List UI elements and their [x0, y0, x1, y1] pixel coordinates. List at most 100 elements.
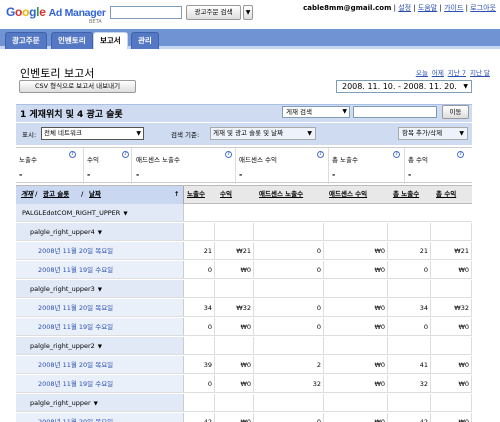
settings-link[interactable]: 설정: [398, 4, 411, 12]
tab-inventory[interactable]: 인벤토리: [51, 32, 93, 49]
date-label[interactable]: 2008년 11월 20일 목요일: [38, 418, 113, 422]
tab-orders[interactable]: 광고주문: [5, 32, 47, 49]
cell-adsense-impressions: [254, 394, 324, 411]
placement-search-input[interactable]: [353, 106, 437, 118]
tab-admin[interactable]: 관리: [131, 32, 159, 49]
date-last7-link[interactable]: 지난 7: [448, 69, 466, 77]
adslot-row[interactable]: palgle_right_upper4 ▼: [16, 223, 472, 241]
col-revenue[interactable]: 수익: [220, 186, 232, 204]
cell-adsense-impressions: 0: [254, 413, 324, 422]
cell-adsense-impressions: 2: [254, 356, 324, 373]
cell-impressions: 0: [184, 261, 215, 278]
adslot-name: palgle_right_upper2: [30, 342, 95, 350]
chevron-down-icon[interactable]: ▼: [98, 344, 102, 350]
chevron-down-icon[interactable]: ▼: [98, 287, 102, 293]
csv-export-button[interactable]: CSV 형식으로 보고서 내보내기: [19, 80, 136, 93]
date-row[interactable]: 2008년 11월 19일 수요일 0 ₩0 32 ₩0 32 ₩0: [16, 375, 472, 393]
metric-label: 애드센스 수익: [239, 156, 277, 164]
date-row[interactable]: 2008년 11월 20일 목요일 34 ₩32 0 ₩0 34 ₩32: [16, 299, 472, 317]
order-search-input[interactable]: [110, 6, 182, 19]
logout-link[interactable]: 로그아웃: [470, 4, 496, 12]
guide-link[interactable]: 가이드: [444, 4, 463, 12]
cell-adsense-revenue: ₩0: [324, 318, 388, 335]
google-ad-manager-logo[interactable]: Google Ad Manager: [6, 5, 106, 19]
cell-adsense-impressions: [254, 337, 324, 354]
date-label[interactable]: 2008년 11월 19일 수요일: [38, 266, 113, 274]
chevron-down-icon[interactable]: ▼: [94, 401, 98, 407]
cell-adsense-revenue: [324, 280, 388, 297]
metric-impressions: 노출수? -: [16, 148, 84, 184]
cell-adsense-revenue: ₩0: [324, 261, 388, 278]
date-row[interactable]: 2008년 11월 20일 목요일 21 ₩21 0 ₩0 21 ₩21: [16, 242, 472, 260]
date-label[interactable]: 2008년 11월 19일 수요일: [38, 323, 113, 331]
cell-total-impressions: [388, 394, 431, 411]
col-adsense-impressions[interactable]: 애드센스 노출수: [259, 186, 303, 204]
search-by-select[interactable]: 게재 및 광고 슬롯 및 날짜 ▼: [210, 127, 316, 140]
sort-placement-link[interactable]: 게재: [21, 186, 33, 203]
col-total-impressions[interactable]: 총 노출수: [393, 186, 419, 204]
cell-adsense-revenue: [324, 337, 388, 354]
tab-reports[interactable]: 보고서: [93, 32, 128, 49]
chevron-down-icon: ▼: [136, 130, 141, 137]
chevron-down-icon[interactable]: ▼: [123, 211, 127, 217]
go-button[interactable]: 이동: [442, 105, 469, 119]
help-icon[interactable]: ?: [317, 151, 324, 158]
col-adsense-revenue[interactable]: 애드센스 수익: [329, 186, 367, 204]
adslot-row[interactable]: palgle_right_upper2 ▼: [16, 337, 472, 355]
cell-impressions: 0: [184, 318, 215, 335]
cell-impressions: 0: [184, 375, 215, 392]
help-icon[interactable]: ?: [225, 151, 232, 158]
date-row[interactable]: 2008년 11월 20일 목요일 39 ₩0 2 ₩0 41 ₩0: [16, 356, 472, 374]
placement-name: PALGLEdotCOM_RIGHT_UPPER: [22, 209, 121, 217]
date-lastmonth-link[interactable]: 지난 달: [470, 69, 490, 77]
cell-impressions: [184, 280, 215, 297]
metric-total-revenue: 총 수익? -: [405, 148, 472, 184]
adslot-row[interactable]: palgle_right_upper3 ▼: [16, 280, 472, 298]
order-search-button[interactable]: 광고주문 검색: [186, 5, 241, 20]
header-separator: /: [81, 190, 84, 198]
date-label[interactable]: 2008년 11월 20일 목요일: [38, 247, 113, 255]
placement-search-select[interactable]: 게재 검색 ▼: [282, 106, 350, 118]
cell-total-impressions: 0: [388, 261, 431, 278]
help-icon[interactable]: ?: [393, 151, 400, 158]
cell-impressions: 39: [184, 356, 215, 373]
network-filter-select[interactable]: 전체 네트워크 ▼: [41, 127, 144, 140]
help-icon[interactable]: ?: [457, 151, 464, 158]
date-row[interactable]: 2008년 11월 19일 수요일 0 ₩0 0 ₩0 0 ₩0: [16, 318, 472, 336]
date-row[interactable]: 2008년 11월 19일 수요일 0 ₩0 0 ₩0 0 ₩0: [16, 261, 472, 279]
sort-adslot-link[interactable]: 광고 슬롯: [43, 186, 69, 203]
logo-letter: G: [6, 5, 16, 19]
date-label[interactable]: 2008년 11월 20일 목요일: [38, 304, 113, 312]
date-label[interactable]: 2008년 11월 19일 수요일: [38, 380, 113, 388]
chevron-down-icon[interactable]: ▼: [98, 230, 102, 236]
metric-total-impressions: 총 노출수? -: [329, 148, 405, 184]
cell-revenue: [215, 223, 254, 240]
cell-total-revenue: ₩0: [431, 261, 472, 278]
sort-date-link[interactable]: 날짜: [89, 186, 101, 203]
adslot-name: palgle_right_upper4: [30, 228, 95, 236]
date-row[interactable]: 2008년 11월 20일 목요일 42 ₩0 0 ₩0 42 ₩0: [16, 413, 472, 422]
filter-bar: 표시: 전체 네트워크 ▼ 검색 기준: 게재 및 광고 슬롯 및 날짜 ▼ 항목 …: [16, 123, 472, 145]
metric-value: -: [332, 170, 336, 179]
date-today-link[interactable]: 오늘: [416, 69, 428, 77]
add-remove-columns[interactable]: 항목 추가/삭제 ▼: [398, 127, 468, 140]
col-impressions[interactable]: 노출수: [187, 186, 205, 204]
adslot-row[interactable]: palgle_right_upper ▼: [16, 394, 472, 412]
top-bar: Google Ad Manager BETA 광고주문 검색 ▼ cable8mm…: [0, 0, 500, 28]
help-link[interactable]: 도움말: [418, 4, 437, 12]
col-total-revenue[interactable]: 총 수익: [436, 186, 456, 204]
date-label[interactable]: 2008년 11월 20일 목요일: [38, 361, 113, 369]
main-nav: 광고주문 인벤토리 보고서 관리: [0, 29, 500, 49]
help-icon[interactable]: ?: [69, 151, 76, 158]
search-options-dropdown[interactable]: ▼: [243, 5, 253, 20]
cell-adsense-revenue: ₩0: [324, 299, 388, 316]
date-range-select[interactable]: 2008. 11. 10. - 2008. 11. 20. ▼: [336, 80, 472, 93]
cell-total-impressions: 32: [388, 375, 431, 392]
cell-revenue: ₩0: [215, 356, 254, 373]
date-yesterday-link[interactable]: 어제: [432, 69, 444, 77]
help-icon[interactable]: ?: [122, 151, 129, 158]
chevron-down-icon: ▼: [342, 108, 347, 115]
cell-total-revenue: ₩0: [431, 356, 472, 373]
placement-row[interactable]: PALGLEdotCOM_RIGHT_UPPER ▼: [16, 204, 472, 222]
cell-adsense-impressions: [254, 280, 324, 297]
